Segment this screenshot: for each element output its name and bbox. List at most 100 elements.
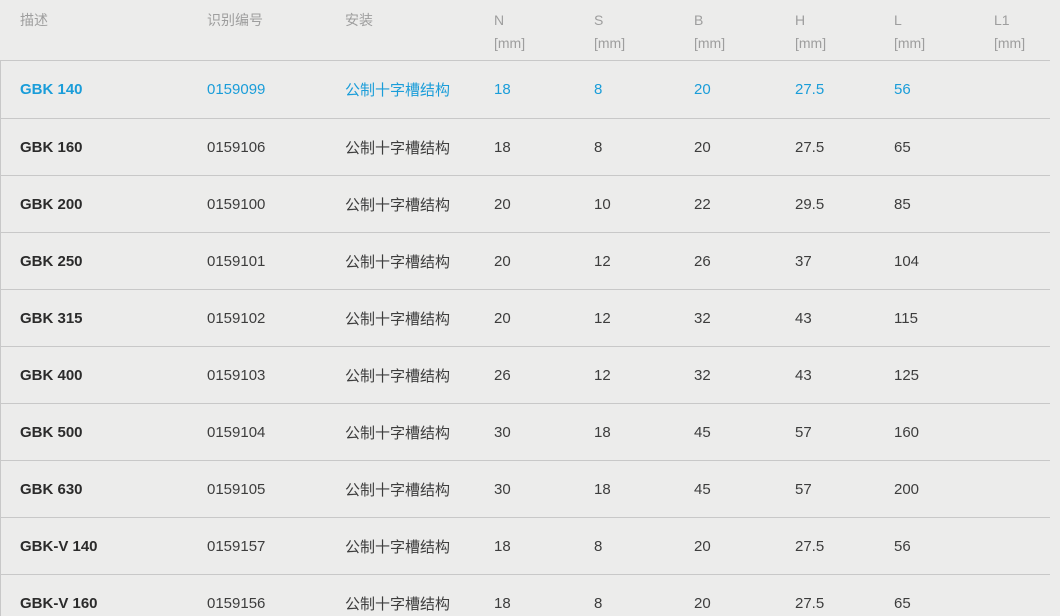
column-header-unit: [mm] [795, 32, 894, 55]
cell-s: 18 [594, 424, 694, 441]
column-header-id: 识别编号 [207, 9, 345, 60]
cell-mount: 公制十字槽结构 [345, 308, 494, 329]
cell-id: 0159157 [207, 538, 345, 555]
cell-mount: 公制十字槽结构 [345, 479, 494, 500]
column-header-label: 描述 [20, 12, 48, 28]
table-row-gbk-250[interactable]: GBK 2500159101公制十字槽结构20122637104 [1, 232, 1050, 289]
cell-h: 27.5 [795, 538, 894, 555]
cell-b: 45 [694, 424, 795, 441]
table-header-row: 描述识别编号安装N[mm]S[mm]B[mm]H[mm]L[mm]L1[mm] [0, 0, 1050, 61]
cell-desc[interactable]: GBK 500 [1, 424, 207, 441]
cell-desc[interactable]: GBK 315 [1, 310, 207, 327]
cell-l: 115 [894, 310, 994, 327]
cell-l: 200 [894, 481, 994, 498]
cell-n: 18 [494, 595, 594, 612]
cell-h: 57 [795, 424, 894, 441]
cell-mount: 公制十字槽结构 [345, 365, 494, 386]
column-header-label: L1 [994, 12, 1010, 28]
cell-s: 12 [594, 253, 694, 270]
column-header-unit: [mm] [594, 32, 694, 55]
cell-l: 125 [894, 367, 994, 384]
cell-desc[interactable]: GBK 630 [1, 481, 207, 498]
cell-b: 45 [694, 481, 795, 498]
column-header-unit: [mm] [994, 32, 1050, 55]
cell-h: 43 [795, 310, 894, 327]
cell-mount: 公制十字槽结构 [345, 422, 494, 443]
cell-l: 65 [894, 139, 994, 156]
cell-s: 8 [594, 595, 694, 612]
cell-b: 20 [694, 538, 795, 555]
cell-s: 8 [594, 139, 694, 156]
table-row-gbk-400[interactable]: GBK 4000159103公制十字槽结构26123243125 [1, 346, 1050, 403]
cell-h: 43 [795, 367, 894, 384]
cell-h: 27.5 [795, 139, 894, 156]
cell-b: 26 [694, 253, 795, 270]
column-header-label: S [594, 12, 603, 28]
column-header-l: L[mm] [894, 9, 994, 60]
cell-n: 20 [494, 253, 594, 270]
table-body: GBK 1400159099公制十字槽结构1882027.556GBK 1600… [0, 61, 1050, 616]
product-table-page: 描述识别编号安装N[mm]S[mm]B[mm]H[mm]L[mm]L1[mm] … [0, 0, 1060, 616]
cell-b: 20 [694, 81, 795, 98]
cell-h: 29.5 [795, 196, 894, 213]
cell-id: 0159102 [207, 310, 345, 327]
cell-l: 160 [894, 424, 994, 441]
cell-desc[interactable]: GBK-V 160 [1, 595, 207, 612]
cell-l: 56 [894, 81, 994, 98]
table-row-gbk-v-160[interactable]: GBK-V 1600159156公制十字槽结构1882027.565 [1, 574, 1050, 616]
cell-desc[interactable]: GBK 200 [1, 196, 207, 213]
table-row-gbk-630[interactable]: GBK 6300159105公制十字槽结构30184557200 [1, 460, 1050, 517]
table-row-gbk-500[interactable]: GBK 5000159104公制十字槽结构30184557160 [1, 403, 1050, 460]
cell-n: 20 [494, 196, 594, 213]
cell-mount: 公制十字槽结构 [345, 79, 494, 100]
table-row-gbk-200[interactable]: GBK 2000159100公制十字槽结构20102229.585 [1, 175, 1050, 232]
cell-desc[interactable]: GBK 140 [1, 81, 207, 98]
cell-s: 8 [594, 81, 694, 98]
cell-n: 18 [494, 139, 594, 156]
table-row-gbk-160[interactable]: GBK 1600159106公制十字槽结构1882027.565 [1, 118, 1050, 175]
cell-id: 0159104 [207, 424, 345, 441]
cell-h: 27.5 [795, 81, 894, 98]
cell-s: 12 [594, 367, 694, 384]
cell-id: 0159101 [207, 253, 345, 270]
column-header-unit: [mm] [894, 32, 994, 55]
cell-id: 0159156 [207, 595, 345, 612]
column-header-unit: [mm] [494, 32, 594, 55]
cell-b: 32 [694, 367, 795, 384]
cell-h: 27.5 [795, 595, 894, 612]
column-header-unit: [mm] [694, 32, 795, 55]
column-header-b: B [mm] [694, 9, 795, 60]
product-table: 描述识别编号安装N[mm]S[mm]B[mm]H[mm]L[mm]L1[mm] … [0, 0, 1060, 616]
column-header-label: B [694, 12, 703, 28]
cell-id: 0159099 [207, 81, 345, 98]
cell-mount: 公制十字槽结构 [345, 251, 494, 272]
table-row-gbk-315[interactable]: GBK 3150159102公制十字槽结构20123243115 [1, 289, 1050, 346]
table-row-gbk-v-140[interactable]: GBK-V 1400159157公制十字槽结构1882027.556 [1, 517, 1050, 574]
cell-n: 26 [494, 367, 594, 384]
cell-id: 0159103 [207, 367, 345, 384]
cell-b: 22 [694, 196, 795, 213]
cell-l: 85 [894, 196, 994, 213]
cell-s: 18 [594, 481, 694, 498]
cell-desc[interactable]: GBK-V 140 [1, 538, 207, 555]
cell-desc[interactable]: GBK 400 [1, 367, 207, 384]
cell-n: 30 [494, 481, 594, 498]
cell-n: 20 [494, 310, 594, 327]
cell-desc[interactable]: GBK 160 [1, 139, 207, 156]
cell-n: 18 [494, 538, 594, 555]
cell-l: 56 [894, 538, 994, 555]
column-header-n: N[mm] [494, 9, 594, 60]
table-row-gbk-140[interactable]: GBK 1400159099公制十字槽结构1882027.556 [1, 61, 1050, 118]
cell-l: 104 [894, 253, 994, 270]
column-header-label: 识别编号 [207, 12, 263, 28]
cell-s: 8 [594, 538, 694, 555]
cell-b: 20 [694, 139, 795, 156]
cell-s: 12 [594, 310, 694, 327]
cell-id: 0159106 [207, 139, 345, 156]
cell-desc[interactable]: GBK 250 [1, 253, 207, 270]
cell-mount: 公制十字槽结构 [345, 194, 494, 215]
column-header-l1: L1 [mm] [994, 9, 1050, 60]
column-header-desc: 描述 [0, 9, 207, 60]
cell-h: 57 [795, 481, 894, 498]
cell-b: 20 [694, 595, 795, 612]
